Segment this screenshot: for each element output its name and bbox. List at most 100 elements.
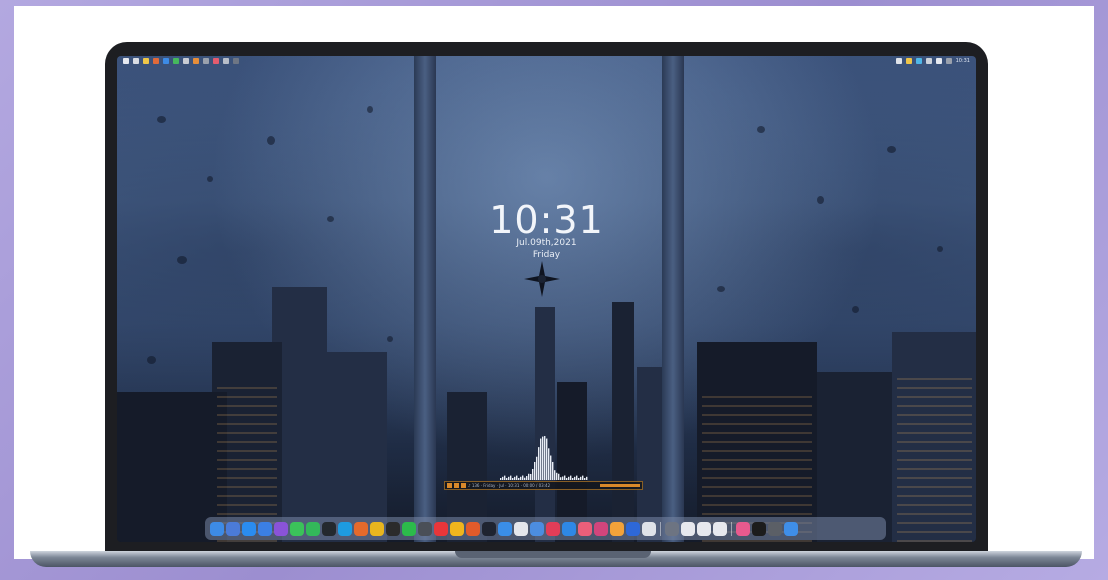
visualizer-bar <box>576 475 578 480</box>
settings-icon[interactable] <box>183 58 189 64</box>
finder-icon[interactable] <box>210 521 224 536</box>
weibo-icon[interactable] <box>434 521 448 536</box>
chrome-canary-icon[interactable] <box>450 521 464 536</box>
compass-star-icon <box>524 261 560 297</box>
visualizer-bar <box>574 476 576 480</box>
facetime-icon[interactable] <box>290 521 304 536</box>
visualizer-bar <box>504 475 506 480</box>
battery-icon[interactable] <box>895 58 902 64</box>
music-player[interactable]: ♪ 136 · Friday · Jul · 10:31 · 00:00 / 0… <box>444 481 643 490</box>
folder-icon[interactable] <box>143 58 149 64</box>
visualizer-bar <box>556 472 558 480</box>
visualizer-bar <box>560 477 562 480</box>
firefox-icon[interactable] <box>354 521 368 536</box>
volume-icon[interactable] <box>925 58 932 64</box>
visualizer-bar <box>534 461 536 480</box>
visualizer-bar <box>500 478 502 480</box>
prev-icon[interactable] <box>447 483 452 488</box>
mail-icon[interactable] <box>153 58 159 64</box>
calendar-icon[interactable] <box>514 521 528 536</box>
visualizer-bar <box>516 475 518 480</box>
power-icon[interactable] <box>665 521 679 536</box>
launchpad-icon[interactable] <box>226 521 240 536</box>
next-icon[interactable] <box>461 483 466 488</box>
edge-icon[interactable] <box>338 521 352 536</box>
iris-icon[interactable] <box>274 521 288 536</box>
dock <box>205 517 886 540</box>
window-3-icon[interactable] <box>713 521 727 536</box>
search-icon[interactable] <box>935 58 942 64</box>
apple-icon[interactable] <box>123 58 129 64</box>
visualizer-bar <box>526 476 528 480</box>
music-icon[interactable] <box>223 58 229 64</box>
compass-icon[interactable] <box>610 521 624 536</box>
play-icon[interactable] <box>454 483 459 488</box>
calendar-icon[interactable] <box>163 58 169 64</box>
music-icon[interactable] <box>546 521 560 536</box>
building <box>327 352 387 542</box>
app-store-icon[interactable] <box>242 521 256 536</box>
github-icon[interactable] <box>322 521 336 536</box>
dock-separator <box>731 521 732 536</box>
tools-icon[interactable] <box>466 521 480 536</box>
laptop-screen: 10:31 10:31 Jul.09th,2021 Friday ♪ 136 ·… <box>117 56 976 542</box>
player-progress[interactable] <box>600 484 640 487</box>
vector-icon[interactable] <box>594 521 608 536</box>
safari-icon[interactable] <box>173 58 179 64</box>
menu-bar-right: 10:31 <box>895 58 970 64</box>
control-center-icon[interactable] <box>945 58 952 64</box>
window-frame <box>662 56 684 542</box>
visualizer-bar <box>544 436 546 480</box>
qr-icon[interactable] <box>642 521 656 536</box>
raindrop <box>387 336 393 342</box>
user-icon[interactable] <box>193 58 199 64</box>
qq-icon[interactable] <box>386 521 400 536</box>
screenshot-icon[interactable] <box>418 521 432 536</box>
messages-icon[interactable] <box>306 521 320 536</box>
raindrop <box>717 286 725 292</box>
visualizer-bar <box>578 478 580 480</box>
fireworks-icon[interactable] <box>752 521 766 536</box>
photos-icon[interactable] <box>578 521 592 536</box>
video-icon[interactable] <box>626 521 640 536</box>
visualizer-bar <box>510 475 512 480</box>
photos-icon[interactable] <box>213 58 219 64</box>
raindrop <box>887 146 896 153</box>
wechat-icon[interactable] <box>402 521 416 536</box>
visualizer-bar <box>570 475 572 480</box>
finder-icon[interactable] <box>133 58 139 64</box>
finder-2-icon[interactable] <box>498 521 512 536</box>
building <box>535 307 555 542</box>
trash-icon[interactable] <box>784 521 798 536</box>
wifi-icon[interactable] <box>905 58 912 64</box>
visualizer-bar <box>584 478 586 480</box>
visualizer-bar <box>564 475 566 480</box>
raindrop <box>207 176 213 182</box>
menu-bar-clock[interactable]: 10:31 <box>956 58 970 64</box>
laptop-opening-notch <box>455 551 651 558</box>
raindrop <box>757 126 765 133</box>
visualizer-bar <box>550 455 552 480</box>
visualizer-bar <box>524 477 526 480</box>
visualizer-bar <box>568 476 570 480</box>
window-1-icon[interactable] <box>681 521 695 536</box>
color-wheel-icon[interactable] <box>736 521 750 536</box>
settings-icon[interactable] <box>768 521 782 536</box>
visualizer-bar <box>518 477 520 480</box>
visualizer-bar <box>582 475 584 480</box>
visualizer-bar <box>554 470 556 480</box>
menu-bar: 10:31 <box>117 56 976 66</box>
mail-icon[interactable] <box>258 521 272 536</box>
lock-icon[interactable] <box>233 58 239 64</box>
chrome-icon[interactable] <box>370 521 384 536</box>
window-2-icon[interactable] <box>697 521 711 536</box>
notes-icon[interactable] <box>530 521 544 536</box>
bluetooth-icon[interactable] <box>915 58 922 64</box>
clock-day: Friday <box>532 250 561 260</box>
raindrop <box>852 306 859 313</box>
notes-icon[interactable] <box>203 58 209 64</box>
visualizer-bar <box>536 456 538 480</box>
search-icon[interactable] <box>562 521 576 536</box>
terminal-icon[interactable] <box>482 521 496 536</box>
visualizer-bar <box>508 476 510 480</box>
